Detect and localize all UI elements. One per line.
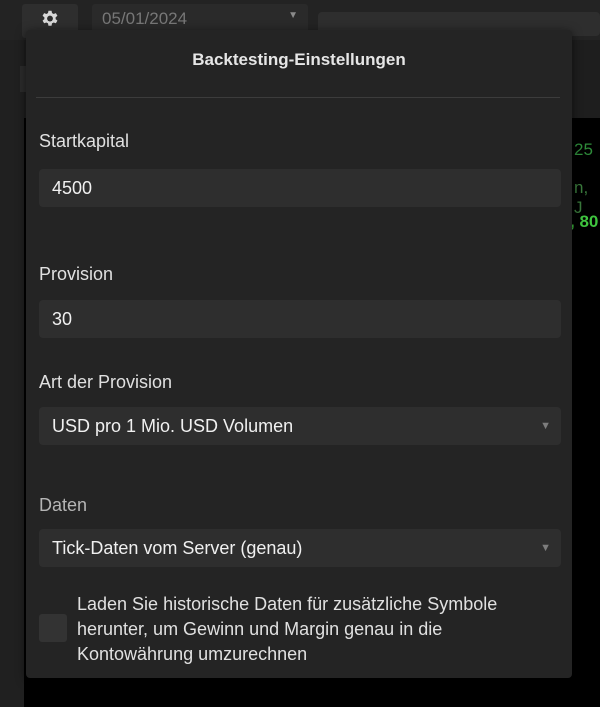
commission-value: 30 (52, 309, 73, 329)
app-window: 05/01/2024 ▼ 25 n, J , 80 Backtesting-Ei… (0, 0, 600, 707)
background-text-1: 25 (574, 140, 593, 159)
data-label: Daten (39, 495, 88, 515)
chevron-down-icon: ▼ (288, 10, 298, 21)
title-divider (36, 97, 560, 98)
data-source-value: Tick-Daten vom Server (genau) (52, 538, 303, 558)
commission-type-value: USD pro 1 Mio. USD Volumen (52, 416, 294, 436)
start-capital-value: 4500 (52, 178, 93, 198)
start-capital-input[interactable]: 4500 (39, 169, 561, 207)
download-history-checkbox[interactable] (39, 614, 67, 642)
backtesting-settings-dialog: Backtesting-Einstellungen Startkapital 4… (26, 30, 572, 678)
download-history-label[interactable]: Laden Sie historische Daten für zusätzli… (77, 592, 547, 667)
date-value: 05/01/2024 (102, 9, 188, 28)
commission-label: Provision (39, 264, 114, 284)
chevron-down-icon: ▼ (540, 542, 551, 554)
commission-type-select[interactable]: USD pro 1 Mio. USD Volumen ▼ (39, 407, 561, 445)
chevron-down-icon: ▼ (540, 420, 551, 432)
commission-type-label: Art der Provision (39, 372, 173, 392)
left-panel (0, 40, 24, 707)
commission-input[interactable]: 30 (39, 300, 561, 338)
data-source-select[interactable]: Tick-Daten vom Server (genau) ▼ (39, 529, 561, 567)
start-capital-label: Startkapital (39, 131, 130, 151)
background-text-3: , 80 (570, 212, 599, 231)
dialog-title: Backtesting-Einstellungen (192, 50, 406, 69)
